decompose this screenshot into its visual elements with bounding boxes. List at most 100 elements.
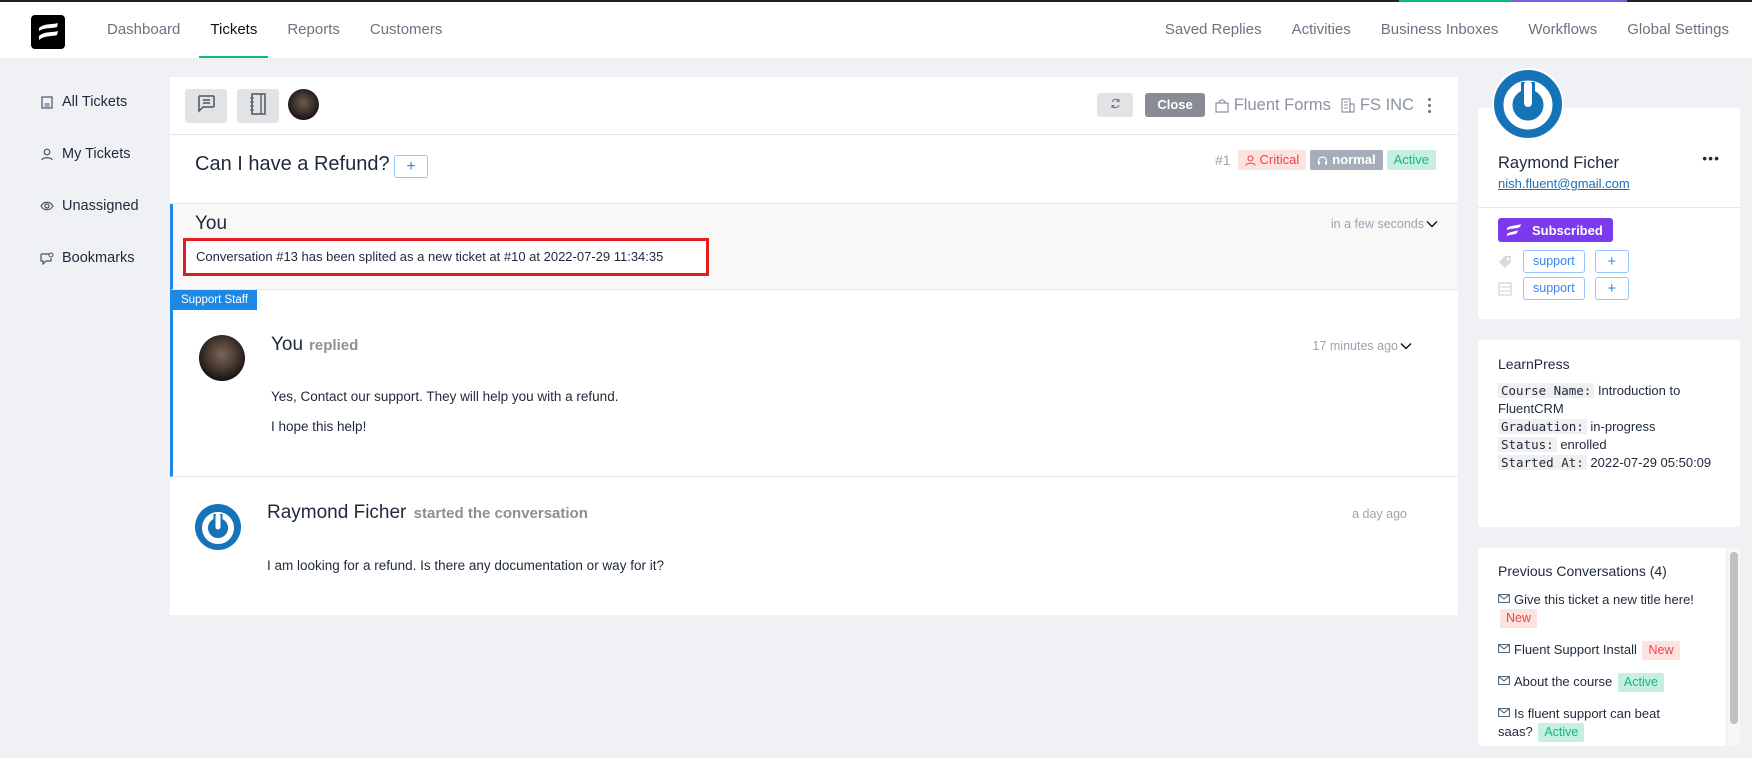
add-tag-button[interactable]: +	[1594, 250, 1629, 273]
reply-time-label: 17 minutes ago	[1312, 339, 1398, 353]
notebook-view-button[interactable]	[237, 89, 279, 123]
divider	[1478, 207, 1740, 208]
sidebar-item-my-tickets[interactable]: My Tickets	[40, 144, 160, 164]
nav-reports[interactable]: Reports	[272, 2, 355, 58]
nav-activities[interactable]: Activities	[1277, 2, 1366, 58]
previous-conversation-item[interactable]: Is fluent support can beat saas? Active	[1498, 704, 1698, 742]
customer-name: Raymond Ficher	[1498, 154, 1620, 172]
primary-nav: Dashboard Tickets Reports Customers	[92, 2, 457, 58]
status-badge[interactable]: Active	[1386, 150, 1436, 170]
client-priority-badge[interactable]: normal	[1310, 150, 1383, 170]
mail-icon	[1498, 590, 1510, 608]
company-name: FS INC	[1359, 95, 1414, 114]
note-text: Conversation #13 has been splited as a n…	[183, 238, 709, 276]
nav-business-inboxes[interactable]: Business Inboxes	[1366, 2, 1514, 58]
field-key: Course Name:	[1498, 383, 1595, 398]
client-priority-label: normal	[1332, 152, 1376, 167]
learnpress-field: Status: enrolled	[1498, 436, 1726, 454]
conversation-title: About the course	[1514, 674, 1613, 689]
sidebar-item-label: All Tickets	[62, 94, 128, 110]
nav-global-settings[interactable]: Global Settings	[1612, 2, 1744, 58]
conversation-title: Fluent Support Install	[1514, 642, 1637, 657]
refresh-button[interactable]	[1097, 93, 1134, 117]
top-header: Dashboard Tickets Reports Customers Save…	[0, 2, 1752, 58]
agent-avatar	[199, 335, 245, 381]
nav-dashboard[interactable]: Dashboard	[92, 2, 195, 58]
nav-customers[interactable]: Customers	[355, 2, 458, 58]
nav-tickets[interactable]: Tickets	[195, 2, 272, 58]
fluentcrm-icon	[1507, 224, 1521, 236]
company-selector[interactable]: FS INC	[1341, 96, 1414, 115]
shopping-bag-icon	[1215, 98, 1229, 113]
customer-message: Raymond Ficher started the conversation …	[170, 477, 1458, 613]
previous-conversation-item[interactable]: Fluent Support Install New	[1498, 640, 1698, 660]
support-staff-tag: Support Staff	[170, 290, 257, 310]
note-author: You	[195, 213, 228, 234]
building-icon	[1341, 97, 1355, 113]
sidebar-item-label: Unassigned	[62, 198, 139, 214]
field-key: Status:	[1498, 437, 1557, 452]
more-actions-icon[interactable]	[1424, 95, 1434, 115]
add-tag-button[interactable]: +	[394, 155, 428, 178]
note-time-label: in a few seconds	[1330, 217, 1424, 231]
field-value: in-progress	[1590, 419, 1656, 434]
previous-conversation-item[interactable]: Give this ticket a new title here! New	[1498, 590, 1698, 628]
user-icon	[40, 147, 54, 161]
previous-conversations-list: Give this ticket a new title here! New F…	[1498, 590, 1698, 746]
ticket-badges: #1 Critical normal Active	[1215, 150, 1436, 170]
reply-author-name: You	[271, 334, 304, 355]
reply-time[interactable]: 17 minutes ago	[1313, 339, 1412, 353]
learnpress-card: LearnPress Course Name: Introduction to …	[1478, 340, 1740, 527]
add-list-button[interactable]: +	[1594, 277, 1629, 300]
reply-body: Yes, Contact our support. They will help…	[271, 389, 618, 449]
mail-icon	[1498, 704, 1510, 722]
note-time[interactable]: in a few seconds	[1331, 217, 1438, 231]
ticket-toolbar: Close Fluent Forms FS INC	[170, 77, 1458, 135]
customer-tags-row: support +	[1498, 250, 1629, 273]
field-value: enrolled	[1560, 437, 1607, 452]
sidebar-item-unassigned[interactable]: Unassigned	[40, 196, 160, 216]
learnpress-field: Started At: 2022-07-29 05:50:09	[1498, 454, 1726, 472]
close-ticket-button[interactable]: Close	[1145, 93, 1205, 117]
customer-avatar	[195, 504, 241, 550]
field-value: 2022-07-29 05:50:09	[1590, 455, 1712, 470]
sidebar-item-bookmarks[interactable]: Bookmarks	[40, 248, 160, 268]
chevron-down-icon	[1426, 220, 1438, 228]
nav-saved-replies[interactable]: Saved Replies	[1150, 2, 1277, 58]
customer-email-link[interactable]: nish.fluent@gmail.com	[1498, 176, 1630, 191]
reply-author: You replied	[271, 334, 358, 356]
list-chip[interactable]: support	[1523, 277, 1585, 300]
scrollbar-thumb[interactable]	[1730, 552, 1738, 724]
fluent-support-logo[interactable]	[31, 15, 65, 49]
internal-note: You in a few seconds Conversation #13 ha…	[170, 204, 1458, 290]
conversation-status-badge: New	[1500, 609, 1538, 628]
field-key: Started At:	[1498, 455, 1587, 470]
ticket-sidebar: All Tickets My Tickets Unassigned Bookma…	[40, 92, 160, 300]
sidebar-item-all-tickets[interactable]: All Tickets	[40, 92, 160, 112]
customer-message-time: a day ago	[1352, 507, 1407, 521]
field-key: Graduation:	[1498, 419, 1587, 434]
conversation-status-badge: New	[1642, 641, 1680, 660]
customer-message-author-name: Raymond Ficher	[267, 502, 407, 523]
tag-chip[interactable]: support	[1523, 250, 1585, 273]
priority-badge[interactable]: Critical	[1237, 150, 1307, 170]
customer-message-author: Raymond Ficher started the conversation	[267, 502, 588, 524]
customer-more-icon[interactable]: •••	[1702, 150, 1720, 166]
learnpress-field: Course Name: Introduction to FluentCRM	[1498, 382, 1726, 418]
list-icon	[1498, 281, 1514, 296]
toolbar-actions: Close Fluent Forms FS INC	[1097, 93, 1434, 117]
conversation-view-button[interactable]	[185, 89, 227, 123]
previous-conversations-scrollbar[interactable]	[1726, 548, 1740, 746]
assigned-agent-avatar[interactable]	[288, 89, 319, 120]
nav-workflows[interactable]: Workflows	[1513, 2, 1612, 58]
previous-conversation-item[interactable]: About the course Active	[1498, 672, 1698, 692]
reply-paragraph: I hope this help!	[271, 419, 367, 434]
product-selector[interactable]: Fluent Forms	[1215, 96, 1331, 115]
reply-verb: replied	[309, 337, 359, 354]
staff-reply: Support Staff You replied 17 minutes ago …	[170, 290, 1458, 477]
secondary-nav: Saved Replies Activities Business Inboxe…	[1150, 2, 1744, 58]
customer-profile-avatar	[1492, 68, 1564, 140]
mail-icon	[1498, 672, 1510, 690]
list-icon	[40, 95, 54, 109]
previous-conversations-card: Previous Conversations (4) Give this tic…	[1478, 548, 1740, 746]
